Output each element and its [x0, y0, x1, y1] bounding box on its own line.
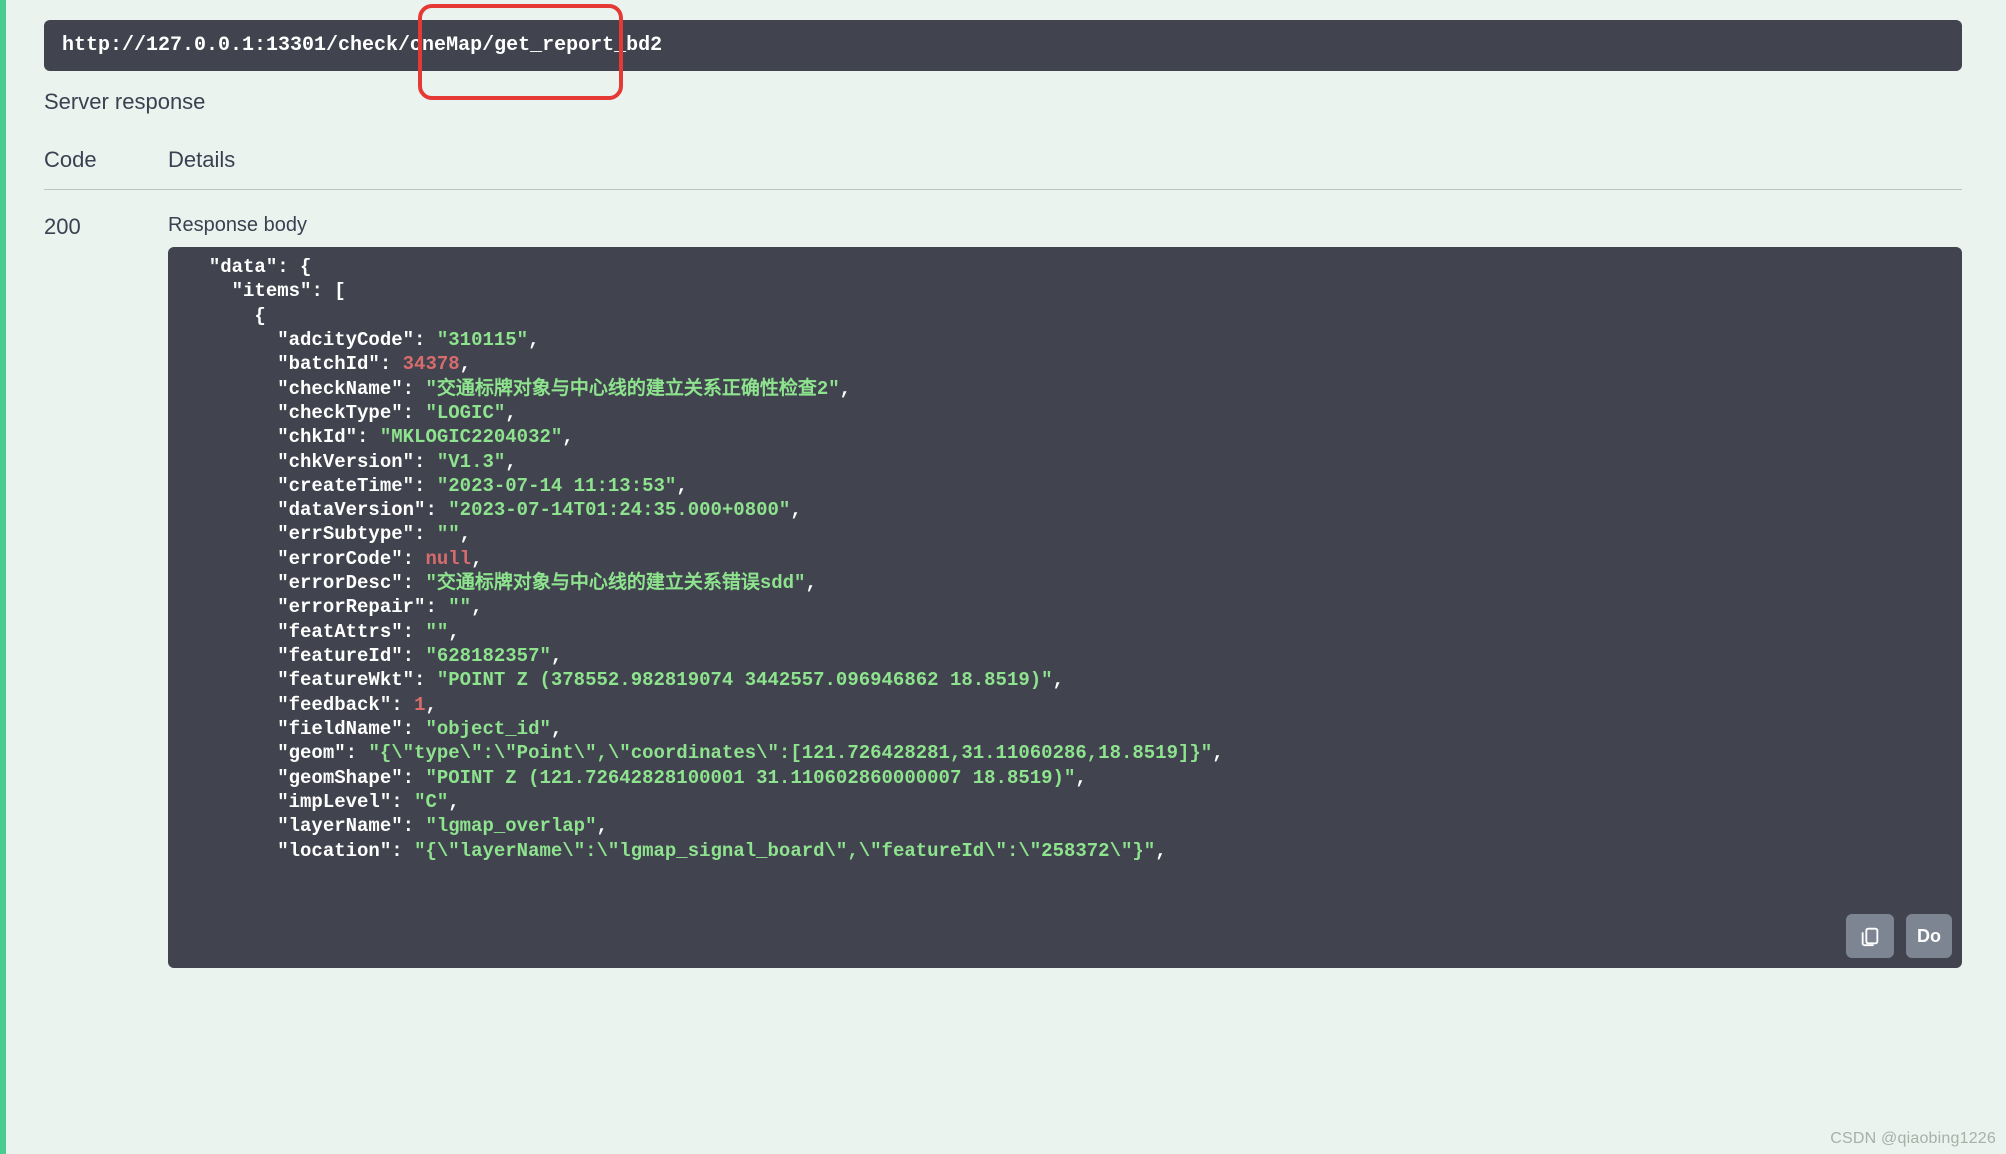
copy-button[interactable] — [1846, 914, 1894, 958]
left-accent-bar — [0, 0, 6, 1154]
clipboard-icon — [1859, 925, 1881, 947]
response-table-header: Code Details — [44, 139, 1962, 190]
code-column-header: Code — [44, 147, 168, 173]
details-column-header: Details — [168, 147, 235, 173]
response-body-code[interactable]: "data": { "items": [ { "adcityCode": "31… — [168, 247, 1962, 968]
watermark-text: CSDN @qiaobing1226 — [1830, 1130, 1996, 1148]
main-section: http://127.0.0.1:13301/check/oneMap/get_… — [20, 0, 1986, 968]
request-url-bar[interactable]: http://127.0.0.1:13301/check/oneMap/get_… — [44, 20, 1962, 71]
response-row: 200 Response body "data": { "items": [ {… — [44, 190, 1962, 968]
download-button[interactable]: Do — [1906, 914, 1952, 958]
server-response-heading: Server response — [44, 89, 1962, 115]
response-body-area: Response body "data": { "items": [ { "ad… — [168, 214, 1962, 968]
http-status-code: 200 — [44, 214, 168, 968]
response-body-label: Response body — [168, 214, 1962, 237]
